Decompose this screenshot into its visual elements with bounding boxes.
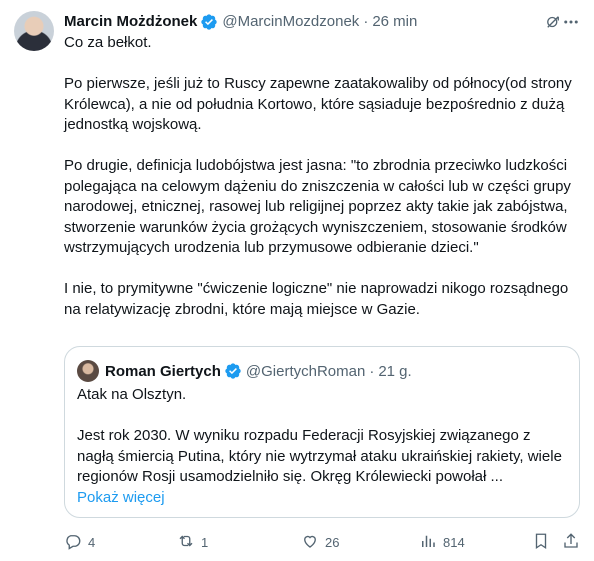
quote-body: Atak na Olsztyn. Jest rok 2030. W wyniku… xyxy=(77,385,569,508)
verified-badge-icon xyxy=(224,362,242,380)
share-button[interactable] xyxy=(562,532,580,552)
repost-button[interactable]: 1 xyxy=(177,532,208,552)
share-icon xyxy=(562,532,580,553)
reply-icon xyxy=(64,532,82,553)
quote-author-handle: @GiertychRoman xyxy=(245,362,366,380)
tweet-time[interactable]: 26 min xyxy=(372,12,417,32)
quote-paragraph: Atak na Olsztyn. xyxy=(77,386,187,403)
action-bar: 4 1 26 814 xyxy=(64,532,580,552)
tweet-paragraph: Po drugie, definicja ludobójstwa jest ja… xyxy=(64,157,571,256)
views-button[interactable]: 814 xyxy=(419,532,465,552)
header-separator: · xyxy=(363,13,369,30)
like-button[interactable]: 26 xyxy=(301,532,339,552)
tweet-paragraph: Po pierwsze, jeśli już to Ruscy zapewne … xyxy=(64,75,572,133)
reply-count: 4 xyxy=(88,534,96,550)
quote-author-name: Roman Giertych xyxy=(105,362,221,380)
quote-paragraph: Jest rok 2030. W wyniku rozpadu Federacj… xyxy=(77,427,562,485)
like-count: 26 xyxy=(325,534,340,550)
repost-icon xyxy=(177,532,195,553)
like-icon xyxy=(301,532,319,553)
grok-icon[interactable] xyxy=(544,13,562,31)
tweet-header: Marcin Możdżonek @MarcinMozdzonek · 26 m… xyxy=(64,11,574,33)
bookmark-button[interactable] xyxy=(532,532,550,552)
author-handle[interactable]: @MarcinMozdzonek xyxy=(222,12,359,32)
bookmark-icon xyxy=(532,532,550,553)
show-more-link[interactable]: Pokaż więcej xyxy=(77,488,569,509)
tweet-body: Co za bełkot. Po pierwsze, jeśli już to … xyxy=(64,33,574,341)
repost-count: 1 xyxy=(201,534,209,550)
quote-header: Roman Giertych @GiertychRoman · 21 g. xyxy=(77,360,412,382)
quote-separator: · xyxy=(369,362,375,380)
quote-time: 21 g. xyxy=(378,362,412,380)
more-icon[interactable] xyxy=(562,13,580,31)
reply-button[interactable]: 4 xyxy=(64,532,95,552)
quoted-tweet[interactable]: Roman Giertych @GiertychRoman · 21 g. At… xyxy=(64,346,580,518)
verified-badge-icon[interactable] xyxy=(200,13,218,31)
tweet-paragraph: I nie, to prymitywne "ćwiczenie logiczne… xyxy=(64,280,569,318)
quote-avatar xyxy=(77,360,99,382)
author-avatar[interactable] xyxy=(14,11,54,51)
views-count: 814 xyxy=(443,534,465,550)
views-icon xyxy=(419,532,437,553)
tweet-paragraph: Co za bełkot. xyxy=(64,34,152,51)
author-name[interactable]: Marcin Możdżonek xyxy=(64,12,197,32)
